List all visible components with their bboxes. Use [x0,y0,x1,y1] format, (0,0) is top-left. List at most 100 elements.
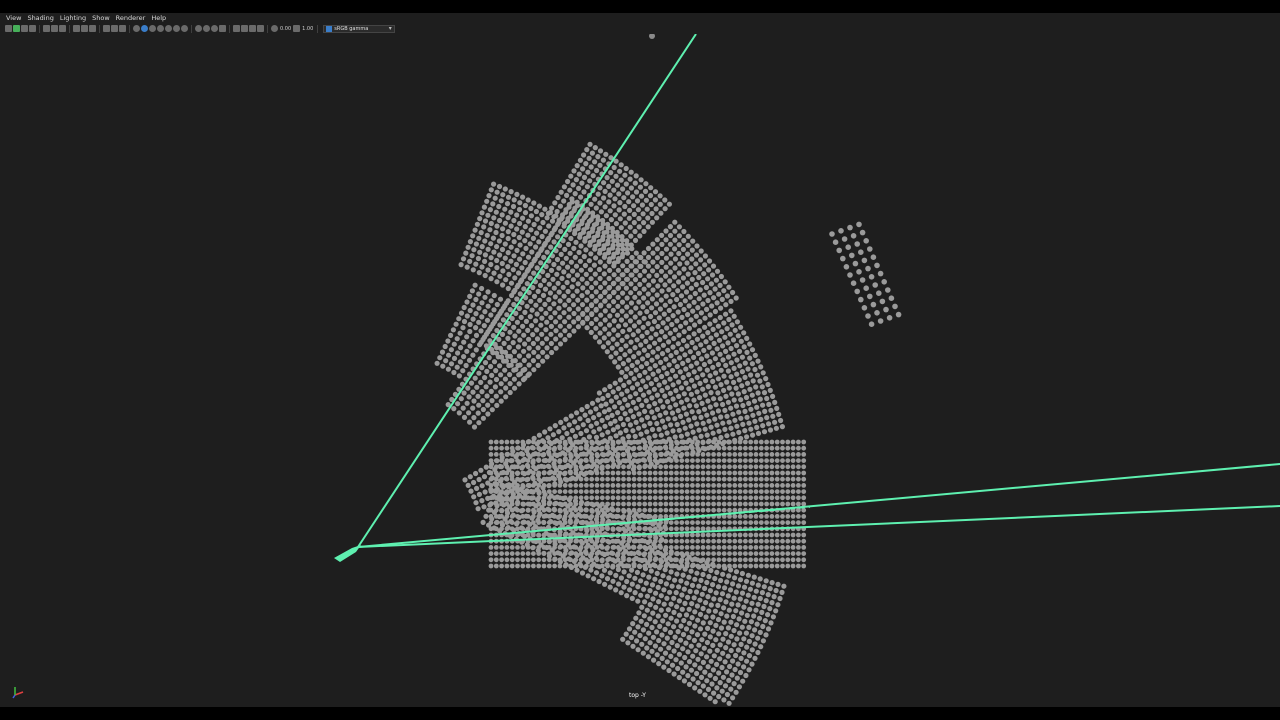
seat [568,470,573,476]
seat [658,277,664,283]
seat [652,489,658,494]
seat [601,271,607,277]
seat [602,317,608,323]
wireframe-icon[interactable] [133,25,140,32]
seat [531,200,537,206]
grease-pencil-icon[interactable] [51,25,58,32]
seat [649,296,656,302]
seat [610,245,616,251]
select-camera-icon[interactable] [5,25,12,32]
seat [757,378,763,384]
seat [653,535,659,541]
seat [748,445,754,451]
seat [562,464,568,470]
two-d-pan-icon[interactable] [43,25,50,32]
seat [714,661,720,668]
seat [578,476,584,482]
xray-icon[interactable] [241,25,248,32]
view-transform-select[interactable]: sRGB gamma ▾ [323,24,396,33]
seat [758,563,764,569]
seat [720,650,726,656]
safe-action-icon[interactable] [111,25,118,32]
seat [542,286,549,292]
seat [541,476,547,482]
gamma-field[interactable]: 1.00 [301,26,314,32]
motion-blur-icon[interactable] [203,25,210,32]
default-material-icon[interactable] [149,25,156,32]
film-gate-icon[interactable] [73,25,80,32]
seat [610,489,616,494]
seat [688,391,695,397]
field-chart-icon[interactable] [103,25,110,32]
seat [562,246,568,252]
seat [514,521,520,527]
seat [473,241,479,247]
seat [642,188,649,194]
seat [594,495,600,501]
gamma-icon[interactable] [293,25,301,32]
seat [548,493,554,499]
seat [785,476,791,482]
seat [491,249,497,255]
viewport-canvas[interactable] [0,34,1280,706]
seat [870,254,877,260]
bookmark-icon[interactable] [21,25,28,32]
seat [614,312,621,318]
gate-mask-icon[interactable] [89,25,96,32]
use-all-lights-icon[interactable] [173,25,180,32]
seat [659,329,665,335]
seat [739,570,746,577]
exposure-icon[interactable] [271,25,278,32]
seat [512,287,518,293]
seat [721,464,727,470]
seat [638,578,644,584]
shadows-icon[interactable] [181,25,188,32]
safe-title-icon[interactable] [119,25,126,32]
seat [624,578,630,585]
seat [475,393,481,399]
exposure-field[interactable]: 0.00 [279,26,292,32]
seat [657,623,663,630]
seat [718,414,724,420]
grid-icon[interactable] [59,25,66,32]
seat [633,419,639,425]
seat [758,644,764,650]
seat [603,401,609,407]
isolate-select-icon[interactable] [233,25,240,32]
screen-space-ao-icon[interactable] [195,25,202,32]
seat [728,633,734,639]
wireframe-on-shaded-icon[interactable] [157,25,164,32]
seat [801,563,807,569]
seat [748,563,754,569]
seat [700,372,706,378]
seat [663,476,669,482]
seat [690,520,695,525]
seat [743,598,749,604]
seat [594,464,600,470]
seat [595,397,601,403]
xray-components-icon[interactable] [257,25,264,32]
resolution-gate-icon[interactable] [81,25,88,32]
seat [774,445,780,451]
seat [525,464,531,470]
seat [536,458,542,463]
seat [707,588,714,594]
seat [621,508,627,514]
seat [780,514,785,519]
seat [611,318,617,324]
seat [649,210,655,217]
seat [557,483,563,488]
depth-of-field-icon[interactable] [219,25,226,32]
seat [721,439,727,445]
seat [729,601,735,607]
xray-joints-icon[interactable] [249,25,256,32]
seat [583,247,589,253]
image-plane-icon[interactable] [29,25,36,32]
seat [689,601,695,607]
smooth-shade-icon[interactable] [141,25,148,32]
seat [768,620,774,626]
textured-icon[interactable] [165,25,172,32]
multisample-aa-icon[interactable] [211,25,218,32]
seat [684,397,690,403]
camera-attributes-icon[interactable] [13,25,20,32]
